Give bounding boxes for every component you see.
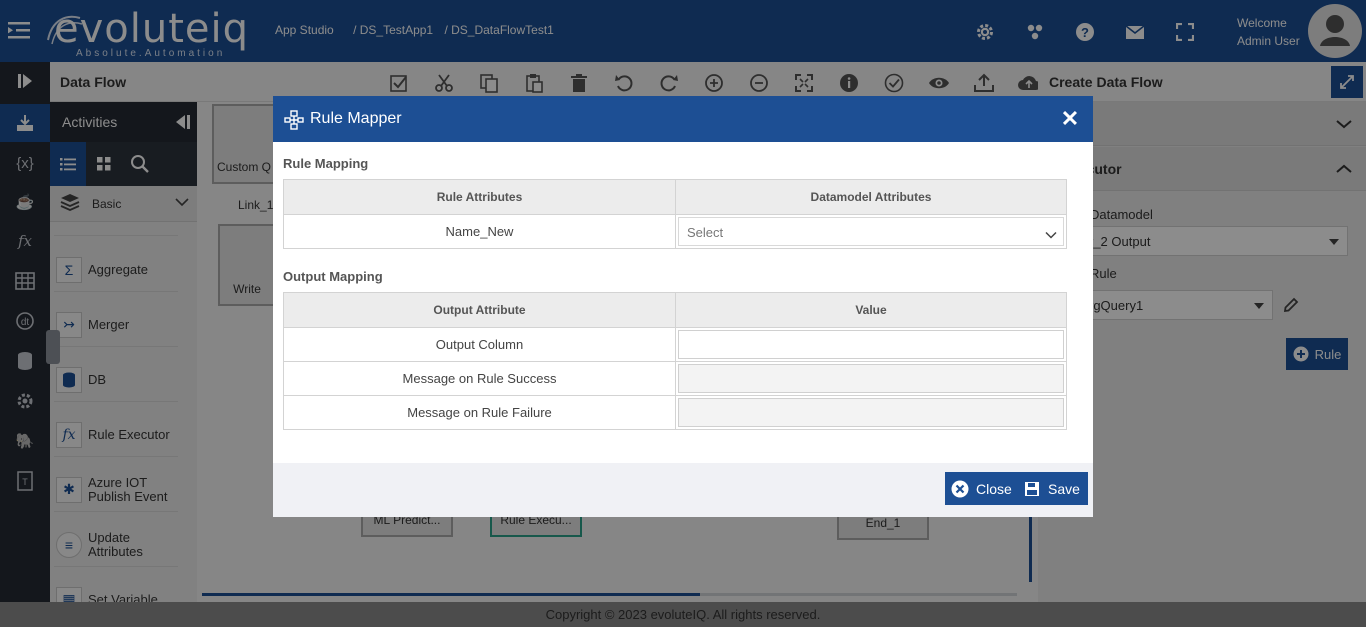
datamodel-attribute-select[interactable]: Select [678,217,1064,246]
output-column-input[interactable] [678,330,1064,359]
table-row: Output Column [283,327,1067,362]
close-circle-icon [951,480,969,498]
close-icon[interactable]: ✕ [1057,106,1083,132]
dialog-title: Rule Mapper [310,110,402,127]
column-header-output-attribute: Output Attribute [283,292,676,328]
rule-failure-message-input[interactable] [678,398,1064,427]
select-value: Select [687,225,724,240]
output-mapping-table: Output Attribute Value Output Column Mes… [283,292,1067,430]
column-header-datamodel-attributes: Datamodel Attributes [675,179,1067,215]
rule-mapping-title: Rule Mapping [283,156,369,171]
column-header-rule-attributes: Rule Attributes [283,179,676,215]
output-attribute-cell: Message on Rule Success [283,361,676,396]
rule-mapper-icon [284,110,304,130]
value-cell [675,395,1067,430]
chevron-down-icon [1045,227,1057,242]
output-mapping-title: Output Mapping [283,269,383,284]
table-row: Name_New Select [283,214,1067,249]
close-button-label: Close [976,480,1012,497]
close-button[interactable]: Close [945,472,1020,505]
rule-mapping-table: Rule Attributes Datamodel Attributes Nam… [283,179,1067,249]
save-button-label: Save [1048,480,1080,497]
datamodel-attribute-cell: Select [675,214,1067,249]
rule-attribute-cell: Name_New [283,214,676,249]
value-cell [675,327,1067,362]
dialog-header: Rule Mapper ✕ [273,96,1093,142]
table-row: Message on Rule Failure [283,395,1067,430]
save-button[interactable]: Save [1017,472,1088,505]
dialog-footer: Close Save [273,463,1093,517]
output-attribute-cell: Message on Rule Failure [283,395,676,430]
rule-mapper-dialog: Rule Mapper ✕ Rule Mapping Rule Attribut… [273,96,1093,517]
output-attribute-cell: Output Column [283,327,676,362]
column-header-value: Value [675,292,1067,328]
save-icon [1023,480,1041,498]
value-cell [675,361,1067,396]
rule-success-message-input[interactable] [678,364,1064,393]
table-row: Message on Rule Success [283,361,1067,396]
